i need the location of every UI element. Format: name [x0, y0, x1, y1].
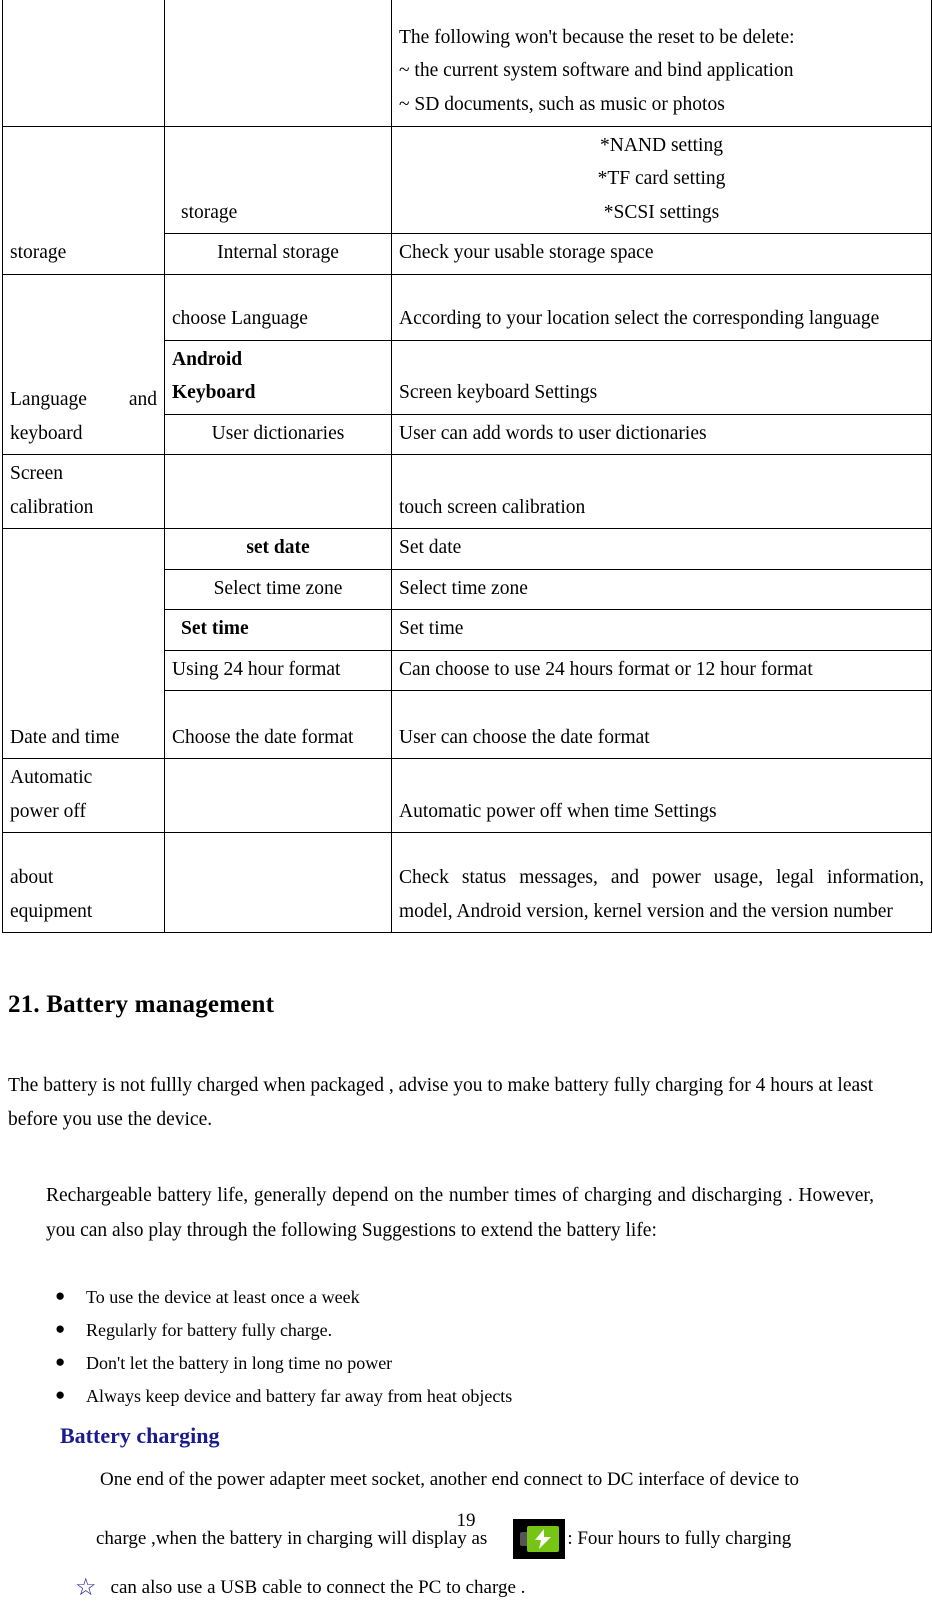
option-line: Keyboard: [172, 382, 256, 404]
cell-feature-date-and-time: Date and time: [2, 528, 165, 760]
cell-option: [164, 832, 392, 934]
cell-description: Automatic power off when time Settings: [391, 758, 932, 834]
bullet-icon: ●: [55, 1285, 66, 1305]
sub-heading-battery-charging: Battery charging: [60, 1422, 220, 1448]
section-heading-battery-management: 21. Battery management: [8, 991, 275, 1019]
cell-description: Check your usable storage space: [391, 233, 932, 275]
battery-intro-paragraph: The battery is not fullly charged when p…: [8, 1075, 874, 1131]
cell-feature-about-equipment: about equipment: [2, 832, 165, 934]
cell-description: Set time: [391, 609, 932, 651]
list-item: ● Don't let the battery in long time no …: [0, 1350, 932, 1378]
table-row: The following won't because the reset to…: [2, 0, 932, 127]
document-page: The following won't because the reset to…: [0, 0, 932, 1600]
star-icon: ☆: [75, 1574, 97, 1601]
cell-description: User can choose the date format: [391, 690, 932, 760]
cell-option: storage: [164, 125, 392, 235]
battery-life-paragraph: Rechargeable battery life, generally dep…: [46, 1185, 874, 1241]
usb-charge-note-label: can also use a USB cable to connect the …: [110, 1576, 526, 1598]
cell-feature: [2, 0, 165, 127]
cell-option: choose Language: [164, 273, 392, 341]
cell-description: Screen keyboard Settings: [391, 339, 932, 415]
battery-tips-list: ● To use the device at least once a week…: [0, 1284, 932, 1411]
cell-feature-automatic-power-off: Automatic power off: [2, 758, 165, 834]
settings-reference-table: The following won't because the reset to…: [2, 0, 932, 934]
table-row: Screen calibration touch screen calibrat…: [2, 454, 932, 530]
feature-line: about: [10, 867, 54, 889]
cell-option: Set time: [164, 609, 392, 651]
description-line: ~ SD documents, such as music or photos: [399, 93, 725, 115]
cell-feature-screen-calibration: Screen calibration: [2, 454, 165, 530]
cell-option: User dictionaries: [164, 413, 392, 456]
cell-option: Android Keyboard: [164, 339, 392, 415]
list-item-label: Don't let the battery in long time no po…: [86, 1352, 393, 1373]
cell-description: User can add words to user dictionaries: [391, 413, 932, 456]
table-row: Automatic power off Automatic power off …: [2, 758, 932, 834]
cell-option: Using 24 hour format: [164, 649, 392, 692]
cell-option: Select time zone: [164, 568, 392, 611]
description-line: *SCSI settings: [603, 201, 720, 223]
cell-feature-language: Language and keyboard: [2, 273, 165, 456]
list-item: ● Regularly for battery fully charge.: [0, 1317, 932, 1345]
feature-line: calibration: [10, 496, 94, 518]
feature-line: equipment: [10, 900, 93, 922]
cell-description: Check status messages, and power usage, …: [391, 832, 932, 934]
cell-option: [164, 0, 392, 127]
table-row: about equipment Check status messages, a…: [2, 832, 932, 934]
bullet-icon: ●: [55, 1384, 66, 1404]
bullet-icon: ●: [55, 1318, 66, 1338]
table-row: storage storage *NAND setting *TF card s…: [2, 125, 932, 275]
cell-option: [164, 454, 392, 530]
bullet-icon: ●: [55, 1351, 66, 1371]
cell-feature-storage: storage: [2, 125, 165, 275]
option-line: Android: [172, 348, 243, 370]
cell-description: *NAND setting *TF card setting *SCSI set…: [391, 125, 932, 235]
page-number: 19: [456, 1510, 476, 1531]
description-line: *TF card setting: [597, 168, 726, 190]
cell-option: set date: [164, 528, 392, 570]
feature-line: power off: [10, 800, 86, 822]
cell-description: The following won't because the reset to…: [391, 0, 932, 127]
cell-description: Set date: [391, 528, 932, 570]
list-item: ● To use the device at least once a week: [0, 1284, 932, 1312]
cell-option: Choose the date format: [164, 690, 392, 760]
cell-option: Internal storage: [164, 233, 392, 275]
cell-description: According to your location select the co…: [391, 273, 932, 341]
feature-line: Screen: [10, 463, 64, 485]
list-item-label: Regularly for battery fully charge.: [86, 1319, 333, 1340]
cell-description: touch screen calibration: [391, 454, 932, 530]
description-line: The following won't because the reset to…: [399, 26, 795, 48]
cell-description: Select time zone: [391, 568, 932, 611]
list-item: ● Always keep device and battery far awa…: [0, 1383, 932, 1411]
list-item-label: To use the device at least once a week: [86, 1286, 360, 1307]
cell-option: [164, 758, 392, 834]
description-line: *NAND setting: [600, 134, 723, 156]
cell-description: Can choose to use 24 hours format or 12 …: [391, 649, 932, 692]
feature-line: Automatic: [10, 767, 93, 789]
table-row: Language and keyboard choose Language Ac…: [2, 273, 932, 456]
battery-charging-line-1: One end of the power adapter meet socket…: [100, 1468, 800, 1490]
description-line: ~ the current system software and bind a…: [399, 60, 794, 82]
usb-charge-note: ☆ can also use a USB cable to connect th…: [75, 1573, 932, 1603]
table-row: Date and time set date Set date: [2, 528, 932, 760]
list-item-label: Always keep device and battery far away …: [86, 1385, 513, 1406]
